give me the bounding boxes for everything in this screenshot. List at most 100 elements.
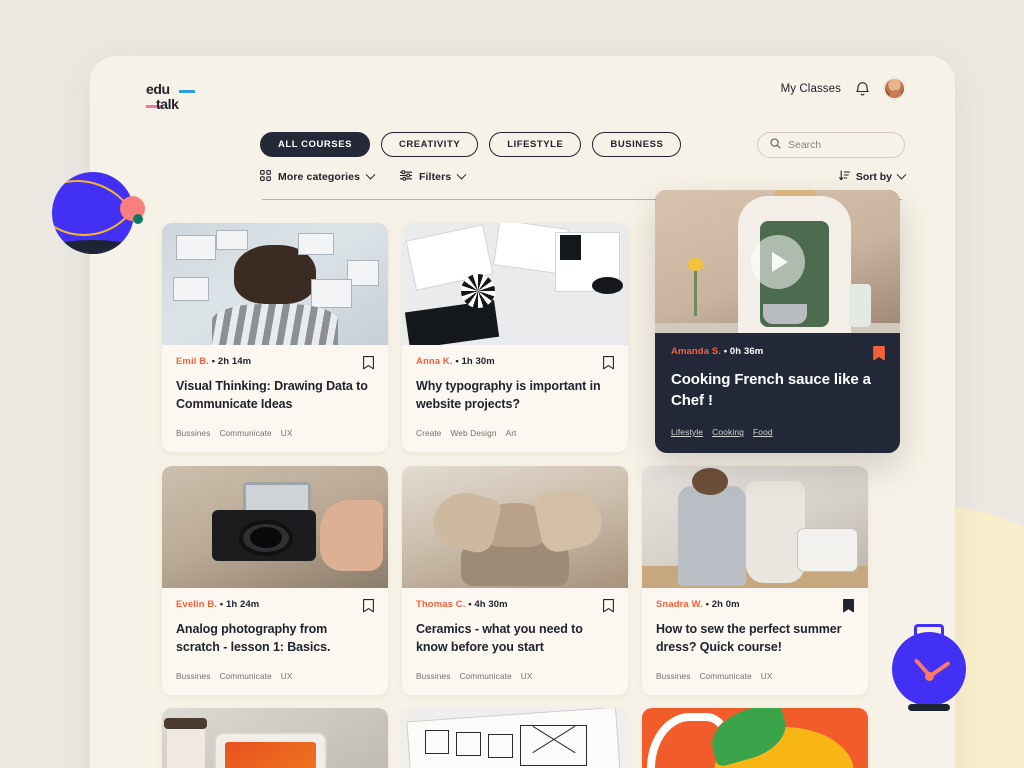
search-box[interactable] — [757, 132, 905, 158]
sort-by-label: Sort by — [855, 171, 892, 183]
course-tag: UX — [280, 671, 293, 681]
course-title: Ceramics - what you need to know before … — [416, 622, 583, 654]
filters-label: Filters — [419, 171, 452, 183]
bookmark-icon[interactable] — [873, 346, 885, 361]
course-card[interactable]: Thomas C. • 4h 30m Ceramics - what you n… — [402, 466, 628, 695]
course-tag: UX — [760, 671, 773, 681]
logo[interactable]: edu talk — [146, 81, 216, 119]
bookmark-icon[interactable] — [603, 599, 614, 613]
filter-bar: More categories Filters — [260, 169, 467, 184]
logo-blue-dash-icon — [179, 90, 195, 93]
logo-text-edu: edu — [146, 81, 170, 97]
bell-icon[interactable] — [855, 81, 870, 97]
course-tag: Bussines — [176, 428, 211, 438]
course-title: How to sew the perfect summer dress? Qui… — [656, 622, 842, 654]
course-card[interactable] — [402, 708, 628, 768]
logo-text-talk: talk — [156, 96, 179, 112]
chip-lifestyle[interactable]: LIFESTYLE — [489, 132, 582, 157]
course-duration: 1h 24m — [225, 599, 260, 610]
course-thumbnail — [402, 708, 628, 768]
featured-tag[interactable]: Food — [753, 427, 773, 437]
course-title: Analog photography from scratch - lesson… — [176, 622, 331, 654]
category-chips: ALL COURSES CREATIVITY LIFESTYLE BUSINES… — [260, 132, 682, 157]
grid-icon — [260, 170, 271, 184]
course-tag: Communicate — [219, 428, 272, 438]
course-thumbnail — [162, 708, 388, 768]
course-tag: Communicate — [459, 671, 512, 681]
featured-tag[interactable]: Cooking — [712, 427, 744, 437]
course-thumbnail — [642, 708, 868, 768]
course-duration: 2h 14m — [217, 356, 252, 367]
course-thumbnail — [402, 466, 628, 588]
course-author: Snadra W. — [656, 599, 703, 610]
filters-icon — [399, 170, 413, 184]
course-meta: Emil B. • 2h 14m — [176, 356, 251, 367]
course-tag: Web Design — [450, 428, 497, 438]
course-author: Anna K. — [416, 356, 453, 367]
course-card[interactable]: Emil B. • 2h 14m Visual Thinking: Drawin… — [162, 223, 388, 452]
course-card[interactable]: Snadra W. • 2h 0m How to sew the perfect… — [642, 466, 868, 695]
featured-title: Cooking French sauce like a Chef ! — [671, 371, 871, 409]
course-tag: Create — [416, 428, 442, 438]
featured-course-card[interactable]: Amanda S. • 0h 36m Cooking French sauce … — [655, 190, 900, 453]
course-tag: Communicate — [699, 671, 752, 681]
bookmark-icon[interactable] — [363, 599, 374, 613]
chevron-down-icon — [456, 169, 467, 180]
course-tag: Bussines — [416, 671, 451, 681]
course-card[interactable]: Evelin B. • 1h 24m Analog photography fr… — [162, 466, 388, 695]
course-card[interactable] — [162, 708, 388, 768]
course-thumbnail — [402, 223, 628, 345]
avatar[interactable] — [884, 78, 905, 99]
filters-button[interactable]: Filters — [399, 169, 467, 184]
course-meta: Snadra W. • 2h 0m — [656, 599, 740, 610]
course-title: Why typography is important in website p… — [416, 379, 601, 411]
course-thumbnail — [642, 466, 868, 588]
course-author: Evelin B. — [176, 599, 218, 610]
sort-icon — [838, 170, 850, 184]
search-input[interactable] — [788, 139, 892, 151]
course-author: Emil B. — [176, 356, 209, 367]
course-tag: Bussines — [656, 671, 691, 681]
chip-business[interactable]: BUSINESS — [592, 132, 682, 157]
course-title: Visual Thinking: Drawing Data to Communi… — [176, 379, 368, 411]
course-tag: Art — [505, 428, 517, 438]
course-tag: UX — [280, 428, 293, 438]
my-classes-link[interactable]: My Classes — [781, 83, 841, 95]
course-meta: Thomas C. • 4h 30m — [416, 599, 508, 610]
featured-tags: Lifestyle Cooking Food — [671, 427, 884, 437]
featured-duration: 0h 36m — [729, 346, 764, 357]
course-author: Thomas C. — [416, 599, 466, 610]
featured-thumbnail — [655, 190, 900, 333]
search-icon — [770, 136, 781, 154]
featured-meta: Amanda S. • 0h 36m — [671, 346, 763, 357]
course-duration: 2h 0m — [711, 599, 740, 610]
chevron-down-icon — [896, 169, 907, 180]
play-icon[interactable] — [750, 234, 805, 289]
more-categories-label: More categories — [278, 171, 361, 183]
bookmark-icon[interactable] — [363, 356, 374, 370]
course-tag: Bussines — [176, 671, 211, 681]
course-tags: Bussines Communicate UX — [176, 428, 374, 438]
course-tags: Create Web Design Art — [416, 428, 614, 438]
course-card[interactable] — [642, 708, 868, 768]
sort-by-button[interactable]: Sort by — [838, 169, 907, 184]
chip-creativity[interactable]: CREATIVITY — [380, 132, 479, 157]
course-tag: Communicate — [219, 671, 272, 681]
more-categories-button[interactable]: More categories — [260, 169, 376, 184]
course-tags: Bussines Communicate UX — [176, 671, 374, 681]
header-actions: My Classes — [781, 78, 905, 99]
course-thumbnail — [162, 223, 388, 345]
bookmark-icon[interactable] — [843, 599, 854, 613]
course-meta: Evelin B. • 1h 24m — [176, 599, 259, 610]
bookmark-icon[interactable] — [603, 356, 614, 370]
course-tags: Bussines Communicate UX — [656, 671, 854, 681]
course-duration: 1h 30m — [461, 356, 495, 367]
course-tags: Bussines Communicate UX — [416, 671, 614, 681]
course-tag: UX — [520, 671, 533, 681]
chevron-down-icon — [365, 169, 376, 180]
chip-all-courses[interactable]: ALL COURSES — [260, 132, 370, 157]
course-card[interactable]: Anna K. • 1h 30m Why typography is impor… — [402, 223, 628, 452]
course-duration: 4h 30m — [474, 599, 508, 610]
featured-tag[interactable]: Lifestyle — [671, 427, 703, 437]
course-thumbnail — [162, 466, 388, 588]
